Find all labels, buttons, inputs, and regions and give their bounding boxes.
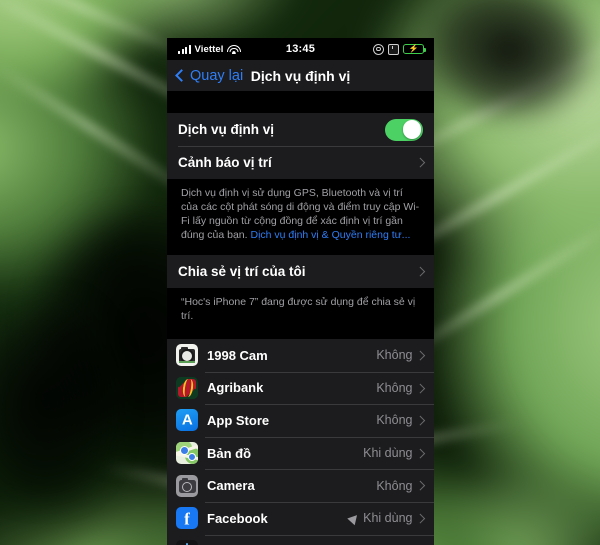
row-location-services[interactable]: Dịch vụ định vị (167, 113, 434, 146)
screenshot-root: Viettel 13:45 ⚡ Quay lại Dịch vụ định vị (0, 0, 600, 545)
row-label-location-alerts: Cảnh báo vị trí (178, 155, 272, 170)
chevron-left-icon (175, 69, 188, 82)
row-share-my-location[interactable]: Chia sẻ vị trí của tôi (167, 255, 434, 288)
chevron-right-icon (415, 350, 425, 360)
navigation-bar: Quay lại Dịch vụ định vị (167, 60, 434, 91)
app-permission-value: Không (376, 478, 413, 493)
location-services-group: Dịch vụ định vị Cảnh báo vị trí (167, 113, 434, 179)
chevron-right-icon (415, 157, 425, 168)
app-icon-voice-memos (176, 539, 198, 545)
location-arrow-icon (347, 511, 361, 525)
list-item[interactable]: Camera Không (167, 469, 434, 502)
back-button-label: Quay lại (190, 67, 244, 84)
app-name: 1998 Cam (207, 347, 268, 363)
list-item[interactable]: Ghi âm Không (167, 534, 434, 545)
carrier-label: Viettel (194, 43, 224, 55)
battery-charging-icon: ⚡ (403, 43, 426, 55)
section-gap (167, 91, 434, 113)
list-item[interactable]: Agribank Không (167, 371, 434, 405)
back-button[interactable]: Quay lại (175, 67, 244, 84)
app-icon-app-store: A (176, 409, 198, 432)
chevron-right-icon (415, 481, 425, 491)
wifi-icon (226, 44, 241, 54)
list-item[interactable]: f Facebook Khi dùng (167, 501, 434, 535)
settings-content: Dịch vụ định vị Cảnh báo vị trí Dịch vụ … (167, 91, 434, 545)
chevron-right-icon (415, 448, 425, 458)
row-label-share-my-location: Chia sẻ vị trí của tôi (178, 264, 306, 279)
share-location-footnote: “Hoc's iPhone 7” đang được sử dụng để ch… (181, 296, 416, 322)
app-icon-1998-cam (176, 344, 198, 367)
phone-screen: Viettel 13:45 ⚡ Quay lại Dịch vụ định vị (167, 38, 434, 545)
list-item[interactable]: 1998 Cam Không (167, 339, 434, 372)
privacy-link[interactable]: Dịch vụ định vị & Quyền riêng tư... (250, 229, 410, 241)
chevron-right-icon (415, 383, 425, 393)
list-item[interactable]: A App Store Không (167, 404, 434, 437)
status-bar: Viettel 13:45 ⚡ (167, 38, 434, 60)
chevron-right-icon (415, 513, 425, 523)
app-name: Bản đồ (207, 445, 252, 461)
app-icon-camera (176, 474, 198, 497)
app-permission-value: Không (376, 380, 413, 395)
chevron-right-icon (415, 415, 425, 426)
app-name: Camera (207, 478, 255, 494)
app-permission-value: Khi dùng (363, 511, 413, 526)
app-name: Facebook (207, 510, 268, 526)
app-permission-value: Không (376, 348, 413, 363)
app-permission-value: Không (376, 413, 413, 428)
app-name: Agribank (207, 380, 264, 396)
app-icon-maps (176, 442, 198, 465)
app-name: App Store (207, 412, 270, 428)
app-permissions-list: 1998 Cam Không Agribank Không A App Stor… (167, 339, 434, 545)
chevron-right-icon (415, 266, 425, 277)
section-gap-2 (167, 244, 434, 255)
app-icon-facebook: f (176, 507, 198, 530)
app-icon-agribank (176, 376, 198, 399)
app-permission-value: Khi dùng (363, 446, 413, 461)
row-label-location-services: Dịch vụ định vị (178, 122, 275, 137)
location-services-description: Dịch vụ định vị sử dụng GPS, Bluetooth v… (167, 179, 434, 244)
share-location-group: Chia sẻ vị trí của tôi (167, 255, 434, 288)
location-services-toggle[interactable] (385, 118, 423, 141)
section-gap-3 (167, 328, 434, 339)
row-location-alerts[interactable]: Cảnh báo vị trí (167, 146, 434, 179)
rotation-lock-icon (373, 43, 384, 55)
cellular-signal-icon (178, 44, 191, 54)
alarm-icon (388, 43, 399, 55)
list-item[interactable]: Bản đồ Khi dùng (167, 436, 434, 470)
